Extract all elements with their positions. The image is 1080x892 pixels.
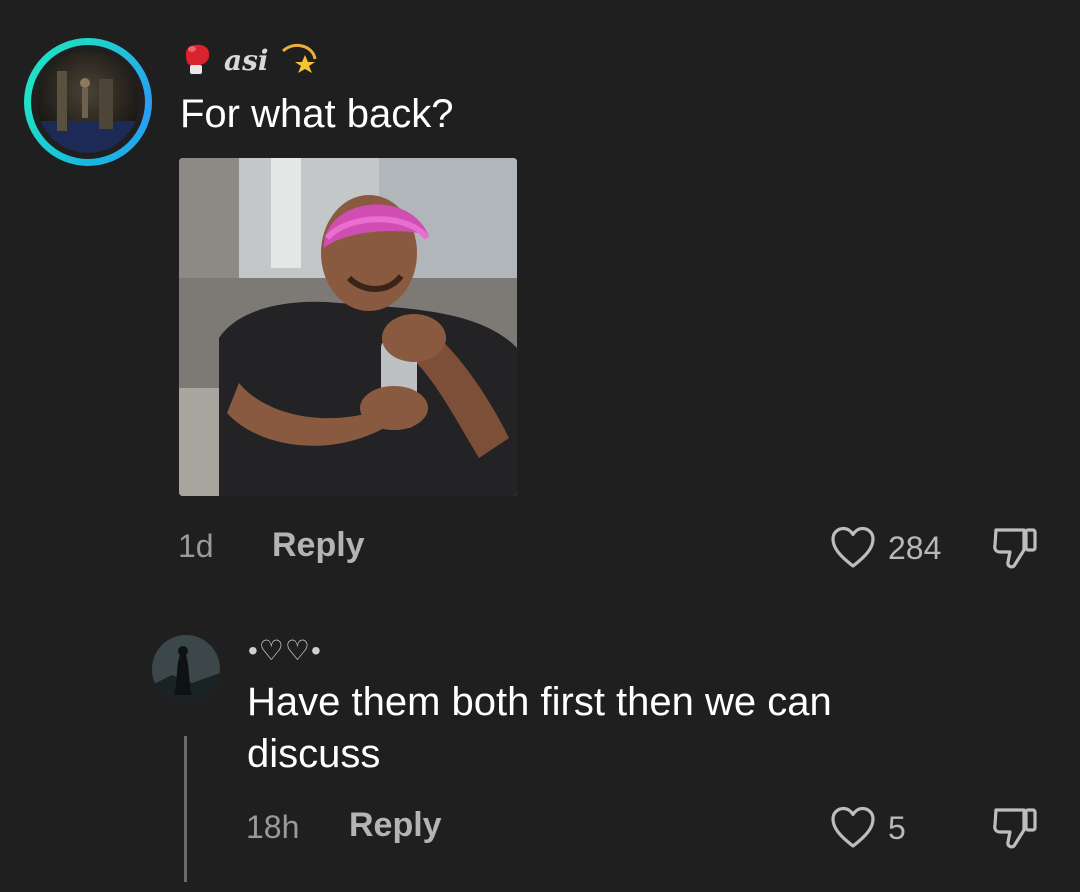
thumbs-down-icon[interactable] [990,524,1042,577]
heart-outline-icon[interactable] [830,526,876,575]
gif-scene [179,158,517,496]
reply-like-count: 5 [888,810,906,846]
boxing-glove-icon [180,39,214,82]
comment-like-count: 284 [888,530,942,566]
reply-text: Have them both first then we can discuss [247,680,832,776]
comment-username-row[interactable]: asi [180,40,319,80]
comment-text: For what back? [180,92,454,136]
comment-username[interactable]: asi [224,44,269,77]
avatar-photo [37,51,139,153]
thumbs-down-icon[interactable] [990,804,1042,857]
shooting-star-icon [279,39,319,82]
avatar-ring-gap [31,45,145,159]
reply-reply-button[interactable]: Reply [349,806,442,845]
thread-line [184,736,187,882]
avatar-scene [37,71,139,153]
comment-reply-button[interactable]: Reply [272,526,365,565]
comment-gif-image[interactable] [179,158,517,496]
reply-timestamp: 18h [246,809,300,845]
commenter-avatar[interactable] [24,38,152,166]
reply-avatar[interactable] [152,635,220,703]
heart-outline-icon[interactable] [830,806,876,855]
reply-username[interactable]: •♡♡• [248,634,322,667]
reply-avatar-scene [152,635,220,703]
comment-timestamp: 1d [178,528,214,564]
